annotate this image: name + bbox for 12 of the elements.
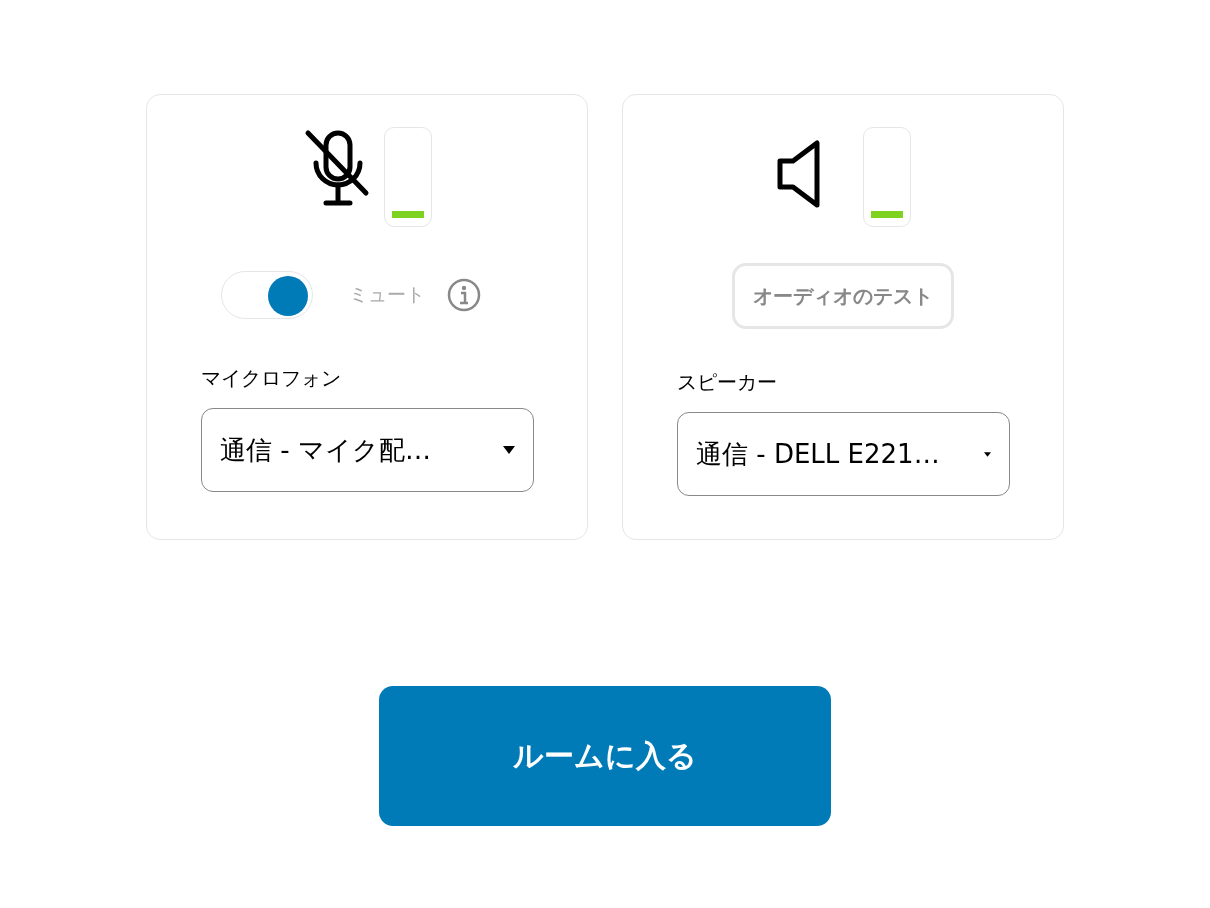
mute-label: ミュート [349, 282, 425, 307]
audio-test-button[interactable]: オーディオのテスト [732, 263, 954, 329]
caret-icon [984, 451, 991, 457]
join-room-button[interactable]: ルームに入る [379, 686, 831, 826]
microphone-dropdown[interactable]: 通信 - マイク配… [201, 408, 534, 492]
info-icon[interactable] [447, 278, 481, 312]
speaker-dropdown[interactable]: 通信 - DELL E221… [677, 412, 1010, 496]
mute-toggle[interactable] [221, 271, 313, 319]
microphone-label: マイクロフォン [201, 365, 342, 392]
speaker-label: スピーカー [677, 369, 778, 396]
speaker-icon [775, 139, 823, 209]
caret-icon [503, 446, 515, 454]
